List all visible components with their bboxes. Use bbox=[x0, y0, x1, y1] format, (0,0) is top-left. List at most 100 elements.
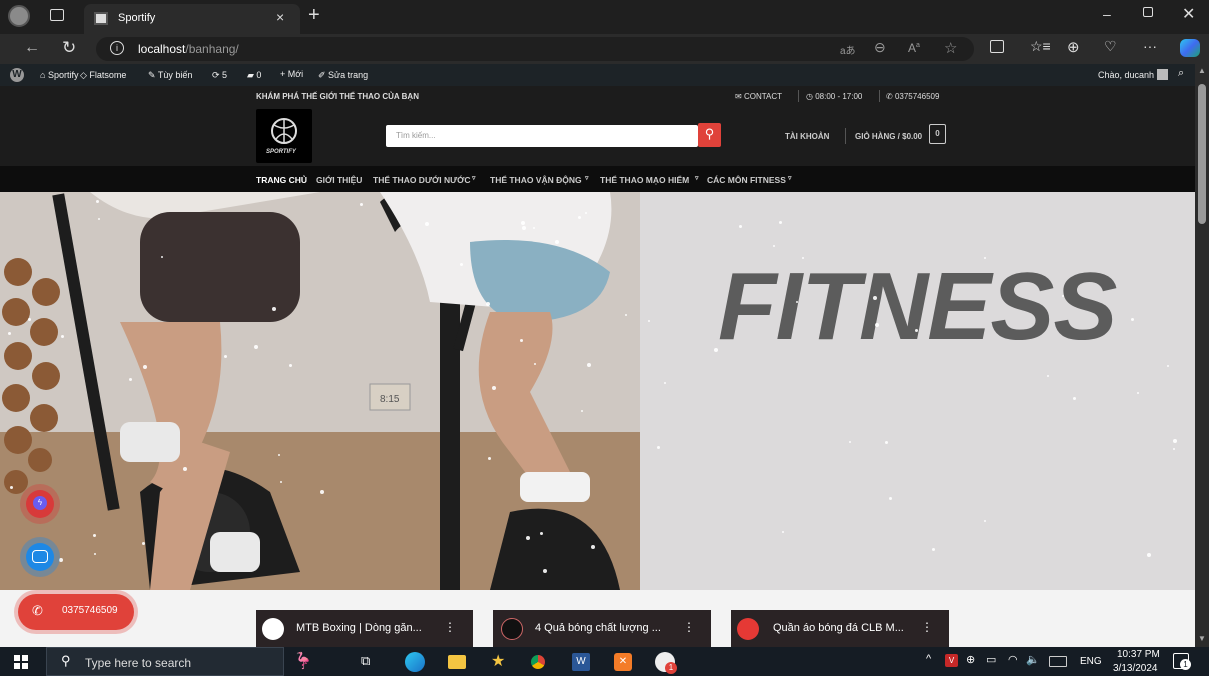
menu-item-extreme-sports[interactable]: THỂ THAO MẠO HIỂM bbox=[600, 175, 689, 185]
close-tab-icon[interactable]: × bbox=[276, 9, 284, 25]
clock-time[interactable]: 10:37 PM bbox=[1117, 649, 1160, 660]
snowflake bbox=[1047, 375, 1049, 377]
url-field[interactable]: i localhost/banhang/ aあ ⊖ Aa ☆ bbox=[96, 37, 974, 61]
refresh-icon[interactable]: ↻ bbox=[62, 38, 76, 58]
clock-date[interactable]: 3/13/2024 bbox=[1113, 663, 1158, 674]
zalo-button[interactable] bbox=[20, 537, 60, 577]
site-logo[interactable]: SPORTIFY bbox=[256, 109, 312, 163]
cart-icon[interactable]: 0 bbox=[929, 124, 946, 144]
show-hidden-icons[interactable]: ^ bbox=[926, 653, 931, 665]
menu-item-water-sports[interactable]: THỂ THAO DƯỚI NƯỚC bbox=[373, 175, 471, 185]
site-info-icon[interactable]: i bbox=[110, 41, 124, 55]
wp-comments-link[interactable]: ▰ 0 bbox=[247, 70, 261, 81]
windows-start-icon[interactable] bbox=[14, 655, 28, 669]
edge-icon[interactable] bbox=[405, 652, 425, 672]
star-app-icon[interactable]: ★ bbox=[491, 651, 505, 671]
cart-link[interactable]: GIỎ HÀNG / $0.00 bbox=[855, 132, 922, 141]
more-options-icon[interactable]: ⋮ bbox=[921, 620, 933, 634]
word-icon[interactable]: W bbox=[572, 653, 590, 671]
video-card[interactable]: MTB Boxing | Dòng găn... ⋮ bbox=[256, 610, 473, 647]
search-button[interactable]: ⚲ bbox=[698, 123, 721, 147]
file-explorer-icon[interactable] bbox=[448, 655, 466, 669]
messenger-app-icon[interactable]: 1 bbox=[655, 652, 677, 674]
snowflake bbox=[183, 467, 187, 471]
divider bbox=[845, 128, 846, 144]
hero-banner[interactable]: 8:15 FITNESS bbox=[0, 192, 1195, 590]
text-icon[interactable]: Aa bbox=[908, 41, 920, 55]
wp-site-link[interactable]: ⌂ Sportify bbox=[40, 70, 78, 80]
flamingo-widget-icon[interactable]: 🦩 bbox=[293, 651, 313, 671]
meet-icon[interactable]: ⊕ bbox=[966, 653, 975, 666]
task-view-icon[interactable]: ⧉ bbox=[361, 653, 370, 669]
snowflake bbox=[272, 307, 276, 311]
restore-icon[interactable] bbox=[1143, 7, 1153, 17]
minimize-icon[interactable]: – bbox=[1103, 6, 1111, 22]
tray-app-icon[interactable]: V bbox=[945, 654, 958, 667]
phone-icon: ✆ bbox=[886, 92, 895, 101]
favorites-list-icon[interactable]: ☆≡ bbox=[1030, 38, 1051, 55]
phone-link[interactable]: ✆ 0375746509 bbox=[886, 92, 939, 101]
more-options-icon[interactable]: ⋮ bbox=[444, 620, 456, 634]
tab-actions-icon[interactable] bbox=[50, 9, 64, 21]
menu-item-about[interactable]: GIỚI THIỆU bbox=[316, 175, 362, 185]
scroll-thumb[interactable] bbox=[1198, 84, 1206, 224]
favorite-icon[interactable]: ☆ bbox=[944, 39, 957, 57]
menu-item-home[interactable]: TRANG CHỦ bbox=[256, 175, 307, 185]
browser-tab[interactable]: Sportify × bbox=[84, 4, 300, 34]
scroll-up-icon[interactable]: ▲ bbox=[1198, 66, 1206, 75]
read-aloud-icon[interactable]: aあ bbox=[840, 42, 856, 57]
snowflake bbox=[889, 497, 892, 500]
cart-count: 0 bbox=[935, 129, 940, 138]
search-input[interactable]: Tìm kiếm... bbox=[386, 125, 698, 147]
zoom-icon[interactable]: ⊖ bbox=[874, 39, 886, 56]
messenger-button[interactable]: ϟ bbox=[20, 484, 60, 524]
notification-icon[interactable]: 1 bbox=[1173, 653, 1191, 670]
more-icon[interactable]: ··· bbox=[1143, 38, 1157, 54]
snowflake bbox=[984, 257, 986, 259]
taskbar-search[interactable]: ⚲ Type here to search bbox=[46, 647, 284, 676]
menu-item-motion-sports[interactable]: THỂ THAO VẬN ĐỘNG bbox=[490, 175, 582, 185]
volume-icon[interactable]: 🔈 bbox=[1026, 653, 1040, 666]
wp-theme-link[interactable]: ◇ Flatsome bbox=[80, 70, 126, 81]
wifi-icon[interactable]: ◠ bbox=[1008, 653, 1018, 666]
wp-customize-link[interactable]: ✎ Tùy biến bbox=[148, 70, 192, 81]
xampp-icon[interactable]: ✕ bbox=[614, 653, 632, 671]
snowflake bbox=[289, 364, 292, 367]
scroll-down-icon[interactable]: ▼ bbox=[1198, 634, 1206, 643]
battery-icon[interactable]: ▭ bbox=[986, 653, 996, 666]
more-options-icon[interactable]: ⋮ bbox=[683, 620, 695, 634]
wp-new-link[interactable]: + Mới bbox=[280, 69, 303, 79]
wordpress-icon[interactable]: W bbox=[10, 68, 24, 82]
account-link[interactable]: TÀI KHOẢN bbox=[785, 132, 829, 141]
snowflake bbox=[932, 548, 935, 551]
back-icon[interactable]: ← bbox=[24, 39, 40, 57]
heart-pulse-icon[interactable]: ♡ bbox=[1104, 38, 1117, 55]
video-card[interactable]: 4 Quả bóng chất lượng ... ⋮ bbox=[493, 610, 711, 647]
plus-icon: + bbox=[280, 69, 288, 79]
close-window-icon[interactable]: ✕ bbox=[1182, 4, 1195, 24]
snowflake bbox=[129, 378, 132, 381]
contact-link[interactable]: ✉ CONTACT bbox=[735, 92, 782, 101]
call-button[interactable]: ✆ 0375746509 bbox=[18, 594, 134, 630]
tab-favicon-icon bbox=[94, 12, 108, 25]
new-tab-icon[interactable]: + bbox=[308, 4, 320, 27]
snowflake bbox=[714, 348, 718, 352]
copilot-icon[interactable] bbox=[1180, 39, 1200, 57]
profile-avatar[interactable] bbox=[8, 5, 30, 27]
page-scrollbar[interactable]: ▲ ▼ bbox=[1195, 64, 1209, 647]
user-avatar[interactable] bbox=[1157, 69, 1168, 80]
search-icon: ⚲ bbox=[61, 653, 71, 668]
wp-edit-link[interactable]: ✐ Sửa trang bbox=[318, 70, 368, 81]
wp-updates-link[interactable]: ⟳ 5 bbox=[212, 70, 227, 81]
language-indicator[interactable]: ENG bbox=[1080, 656, 1102, 667]
video-card[interactable]: Quần áo bóng đá CLB M... ⋮ bbox=[731, 610, 949, 647]
split-screen-icon[interactable] bbox=[990, 40, 1004, 53]
wp-greeting[interactable]: Chào, ducanh bbox=[1098, 70, 1154, 80]
menu-item-fitness[interactable]: CÁC MÔN FITNESS bbox=[707, 175, 786, 185]
keyboard-icon[interactable] bbox=[1049, 656, 1067, 667]
wp-search-icon[interactable]: ⌕ bbox=[1178, 67, 1184, 80]
collections-icon[interactable]: ⊕ bbox=[1067, 38, 1080, 56]
snowflake bbox=[93, 534, 96, 537]
snowflake bbox=[875, 323, 879, 327]
chrome-icon[interactable] bbox=[528, 652, 548, 672]
